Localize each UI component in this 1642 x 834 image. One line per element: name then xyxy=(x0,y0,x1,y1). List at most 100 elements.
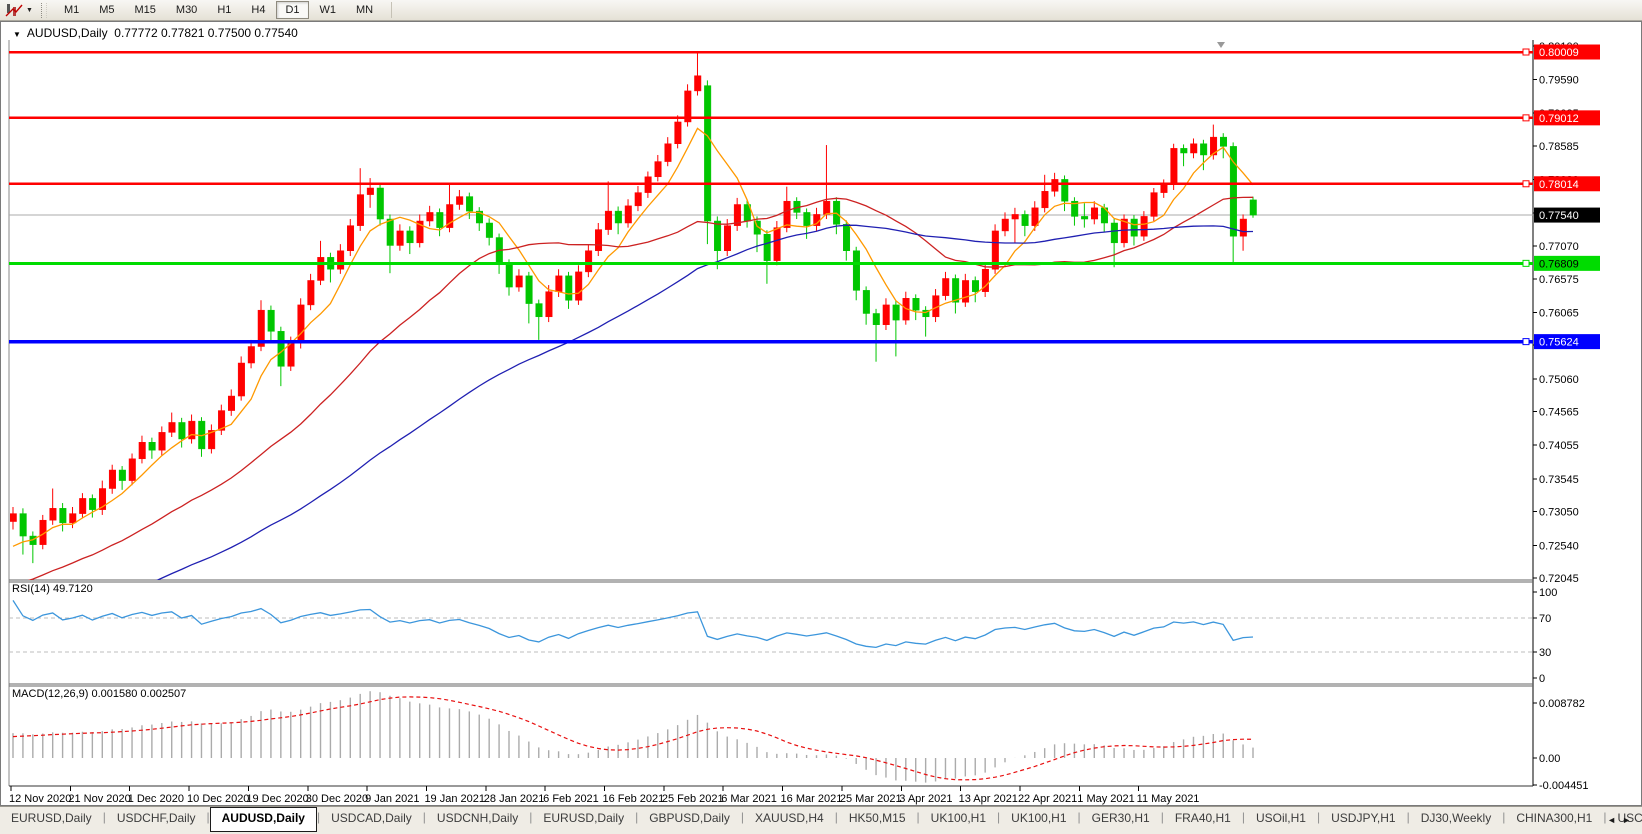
date-tick-label: 6 Mar 2021 xyxy=(721,793,777,805)
chart-symbol-label: AUDUSD,Daily xyxy=(26,26,108,40)
timeframe-button-h1[interactable]: H1 xyxy=(208,1,240,19)
candle-body xyxy=(287,342,295,367)
panel-borders xyxy=(8,40,1534,787)
tab-scroll-right-icon[interactable]: ► xyxy=(1622,815,1637,825)
price-badge-label: 0.79012 xyxy=(1539,113,1579,125)
symbol-tab-eurusd-daily[interactable]: EURUSD,Daily xyxy=(0,808,103,830)
timeframe-button-m30[interactable]: M30 xyxy=(167,1,206,19)
candle-body xyxy=(862,290,870,314)
timeframe-button-m1[interactable]: M1 xyxy=(55,1,88,19)
chart-toolbar-icon[interactable] xyxy=(4,2,24,18)
symbol-tab-hk50-m15[interactable]: HK50,M15 xyxy=(838,808,917,830)
candle-body xyxy=(59,508,67,524)
date-tick-label: 28 Jan 2021 xyxy=(484,793,545,805)
candle-body xyxy=(783,200,791,228)
time-axis[interactable]: 12 Nov 202021 Nov 20201 Dec 2020 10 Dec 2… xyxy=(9,786,1199,805)
price-chart-canvas[interactable]: 0.801000.795900.790850.785850.780800.775… xyxy=(1,22,1641,805)
macd-tick-label: -0.004451 xyxy=(1539,780,1589,792)
date-tick-label: 16 Feb 2021 xyxy=(603,793,665,805)
symbol-tab-usoil-h1[interactable]: USOil,H1 xyxy=(1245,808,1317,830)
candle-body xyxy=(763,233,771,261)
candle-body xyxy=(803,212,811,226)
price-tick-label: 0.73545 xyxy=(1539,474,1579,486)
symbol-tab-china300-h1[interactable]: CHINA300,H1 xyxy=(1505,808,1603,830)
hline-handle[interactable] xyxy=(1522,259,1530,267)
price-tick-label: 0.78585 xyxy=(1539,141,1579,153)
candle-body xyxy=(1110,222,1118,244)
candle-body xyxy=(148,442,156,451)
horizontal-object-lines[interactable] xyxy=(9,48,1533,346)
ma-line-period-25 xyxy=(27,196,1254,580)
candle-body xyxy=(237,362,245,397)
candle-body xyxy=(1011,214,1019,220)
timeframe-button-mn[interactable]: MN xyxy=(347,1,382,19)
candle-body xyxy=(525,275,533,304)
symbol-tab-uk100-h1[interactable]: UK100,H1 xyxy=(1000,808,1077,830)
timeframe-button-d1[interactable]: D1 xyxy=(276,1,309,19)
symbol-tab-fra40-h1[interactable]: FRA40,H1 xyxy=(1164,808,1242,830)
chart-shift-marker[interactable] xyxy=(1217,42,1225,48)
candle-body xyxy=(79,498,87,514)
candle-body xyxy=(108,469,116,489)
price-badge-label: 0.76809 xyxy=(1539,258,1579,270)
candle-body xyxy=(1051,179,1059,192)
hline-handle[interactable] xyxy=(1522,180,1530,188)
symbol-tab-gbpusd-daily[interactable]: GBPUSD,Daily xyxy=(638,808,741,830)
macd-tick-label: 0.008782 xyxy=(1539,698,1585,710)
price-tick-label: 0.72045 xyxy=(1539,573,1579,585)
candle-body xyxy=(1001,218,1009,232)
date-tick-label: 21 Nov 2020 xyxy=(68,793,130,805)
candle-body xyxy=(168,422,176,433)
candle-body xyxy=(227,395,235,411)
candle-body xyxy=(704,85,712,222)
symbol-tab-usdjpy-h1[interactable]: USDJPY,H1 xyxy=(1320,808,1406,830)
timeframe-button-w1[interactable]: W1 xyxy=(311,1,346,19)
price-tick-label: 0.73050 xyxy=(1539,507,1579,519)
symbol-tab-usdchf-daily[interactable]: USDCHF,Daily xyxy=(106,808,207,830)
date-tick-label: 9 Jan 2021 xyxy=(365,793,419,805)
quote-dropdown-icon[interactable]: ▼ xyxy=(13,30,21,39)
timeframe-button-group: M1 M5 M15 M30 H1 H4 D1 W1 MN xyxy=(54,1,383,19)
symbol-tab-uk100-h1[interactable]: UK100,H1 xyxy=(920,808,997,830)
candle-body xyxy=(1031,207,1039,226)
candle-body xyxy=(267,309,275,332)
candle-body xyxy=(505,263,513,288)
symbol-tab-dj30-weekly[interactable]: DJ30,Weekly xyxy=(1410,808,1502,830)
candle-body xyxy=(823,200,831,215)
candle-body xyxy=(971,280,979,292)
timeframe-button-h4[interactable]: H4 xyxy=(242,1,274,19)
date-tick-label: 25 Mar 2021 xyxy=(840,793,902,805)
tab-scroll-left-icon[interactable]: ◄ xyxy=(1607,815,1622,825)
timeframe-button-m15[interactable]: M15 xyxy=(126,1,165,19)
hline-handle[interactable] xyxy=(1522,48,1530,56)
candle-body xyxy=(942,278,950,296)
timeframe-button-m5[interactable]: M5 xyxy=(90,1,123,19)
hline-handle[interactable] xyxy=(1522,114,1530,122)
date-tick-label: 12 Nov 2020 xyxy=(9,793,71,805)
toolbar-grip[interactable] xyxy=(40,2,47,18)
candle-body xyxy=(1081,216,1089,220)
date-tick-label: 16 Mar 2021 xyxy=(781,793,843,805)
candle-body xyxy=(347,225,355,251)
symbol-tab-xauusd-h4[interactable]: XAUUSD,H4 xyxy=(744,808,835,830)
symbol-tab-usdcad-daily[interactable]: USDCAD,Daily xyxy=(320,808,423,830)
candle-body xyxy=(396,230,404,246)
hline-handle[interactable] xyxy=(1522,338,1530,346)
shift-marker-g[interactable] xyxy=(1217,42,1225,48)
candle-body xyxy=(694,75,702,92)
chart-window: 0.801000.795900.790850.785850.780800.775… xyxy=(0,21,1642,806)
symbol-tab-usdcnh-daily[interactable]: USDCNH,Daily xyxy=(426,808,529,830)
candle-body xyxy=(1219,136,1227,147)
toolbar-dropdown-caret[interactable]: ▼ xyxy=(26,7,33,14)
price-badges: 0.80009 0.79012 0.78014 0.77540 0.76809 0.756… xyxy=(1534,44,1600,350)
candle-body xyxy=(882,304,890,325)
symbol-tab-audusd-daily[interactable]: AUDUSD,Daily xyxy=(209,807,317,832)
price-badge-label: 0.80009 xyxy=(1539,47,1579,59)
symbol-tab-eurusd-daily[interactable]: EURUSD,Daily xyxy=(532,808,635,830)
candle-body xyxy=(624,205,632,224)
candle-body xyxy=(1091,207,1099,220)
symbol-tab-ger30-h1[interactable]: GER30,H1 xyxy=(1081,808,1161,830)
candle-body xyxy=(892,304,900,321)
rsi-tick-label: 70 xyxy=(1539,613,1551,625)
candle-body xyxy=(1160,184,1168,193)
